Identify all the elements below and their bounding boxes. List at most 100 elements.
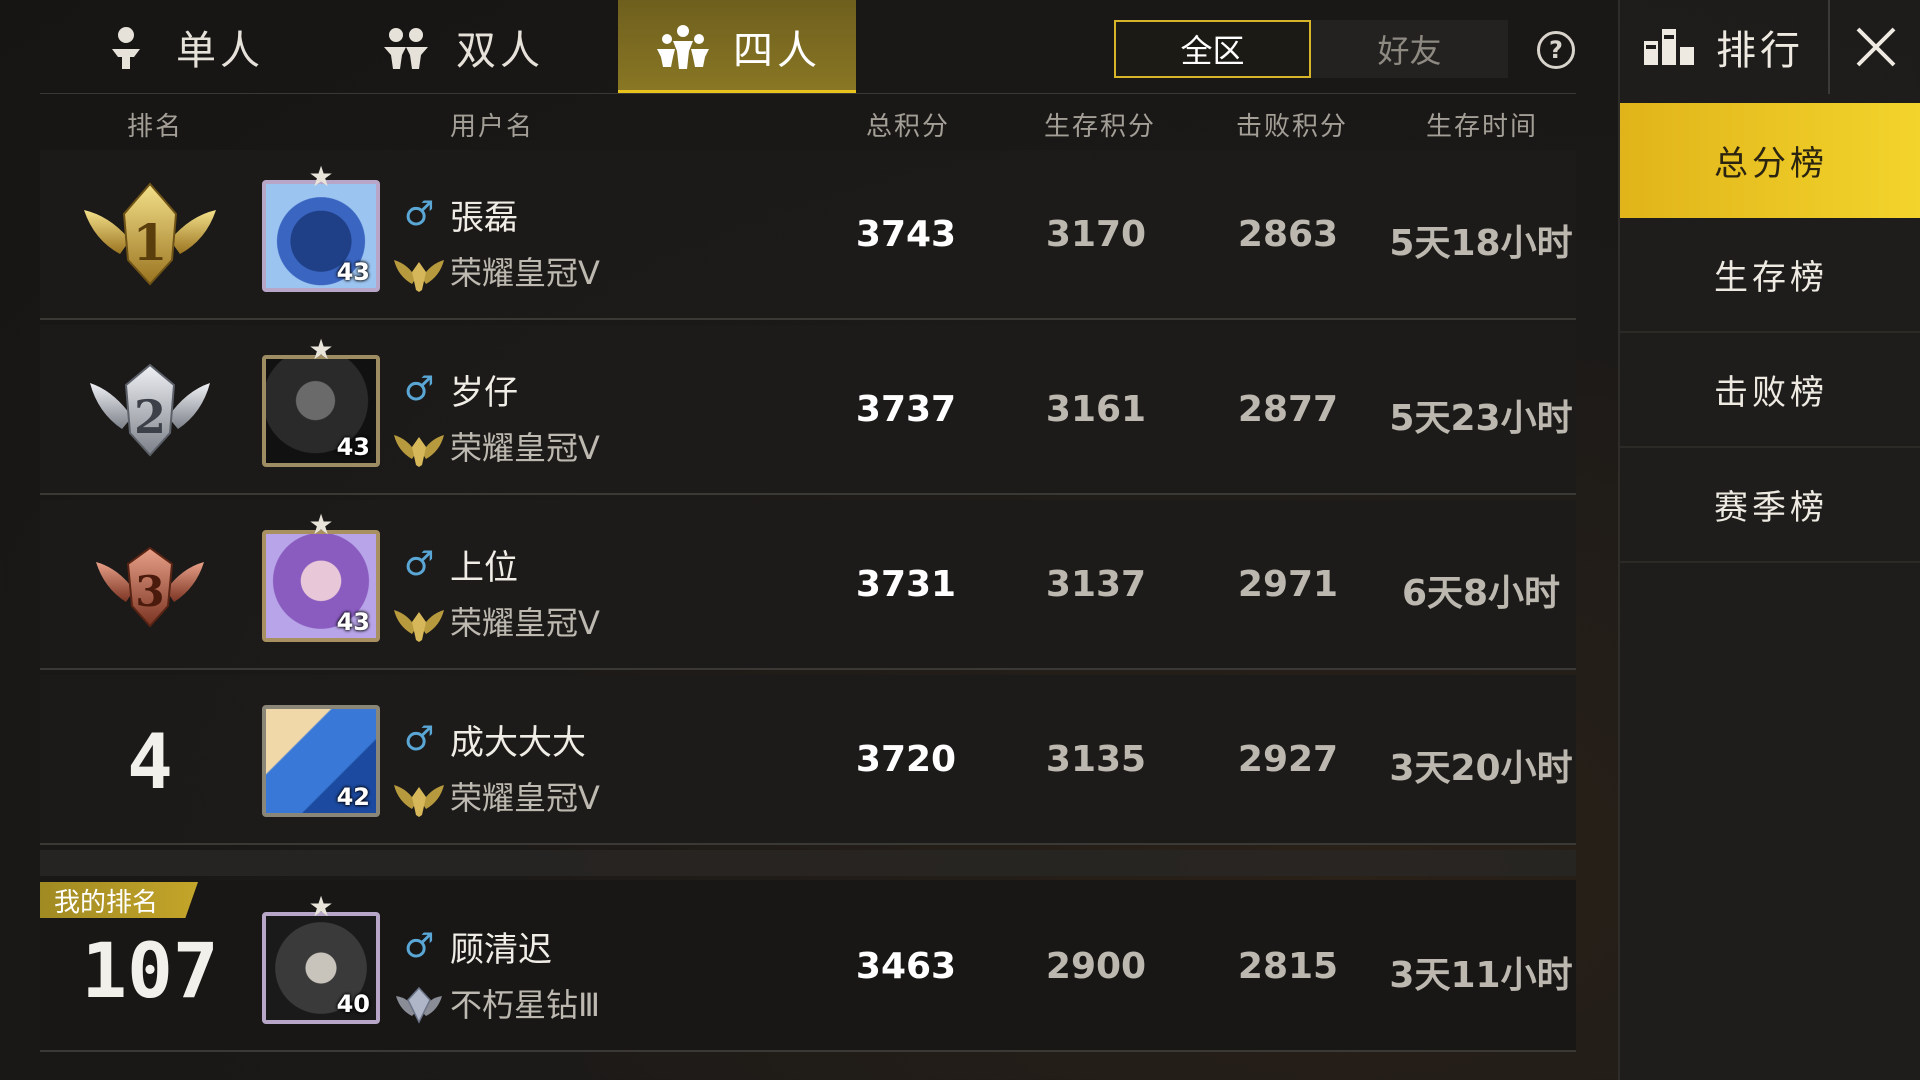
table-row[interactable]: 4 42 ♂ 成大大大 荣耀皇冠Ⅴ 3720 3135 2927 3天20小时 — [40, 675, 1576, 845]
svg-text:3: 3 — [135, 567, 164, 616]
player-tier: 荣耀皇冠Ⅴ — [450, 779, 600, 817]
sidebar-item-total[interactable]: 总分榜 — [1620, 103, 1920, 218]
tab-duo-label: 双人 — [456, 28, 544, 74]
survival-score: 3161 — [1045, 389, 1147, 430]
survival-time: 5天18小时 — [1389, 223, 1573, 264]
my-rank-row[interactable]: 我的排名 107 40 ★ ♂ 顾清迟 不朽星钻Ⅲ 3463 2900 2815… — [40, 880, 1576, 1052]
crown-tier-icon — [394, 435, 444, 467]
leaderboard-sidebar: 排行 总分榜 生存榜 击败榜 赛季榜 — [1618, 0, 1920, 1080]
male-gender-icon: ♂ — [404, 369, 435, 409]
col-header-username: 用户名 — [450, 112, 535, 142]
tab-duo[interactable]: 双人 — [340, 0, 580, 94]
total-score: 3743 — [855, 214, 957, 255]
male-gender-icon: ♂ — [404, 544, 435, 584]
player-name: 岁仔 — [450, 373, 518, 413]
avatar[interactable]: 43 — [262, 355, 380, 467]
star-icon: ★ — [308, 160, 334, 193]
col-header-time: 生存时间 — [1426, 112, 1539, 142]
player-level: 43 — [336, 433, 370, 461]
male-gender-icon: ♂ — [404, 194, 435, 234]
duo-persons-icon — [384, 28, 428, 69]
close-icon — [1856, 27, 1896, 67]
survival-score: 2900 — [1045, 946, 1147, 987]
total-score: 3737 — [855, 389, 957, 430]
avatar[interactable]: 43 — [262, 180, 380, 292]
survival-score: 3135 — [1045, 739, 1147, 780]
table-row[interactable]: 3 43 ★ ♂ 上位 荣耀皇冠Ⅴ 3731 3137 2971 6天8小时 — [40, 500, 1576, 670]
my-rank-badge: 我的排名 — [40, 882, 198, 918]
region-friends-button[interactable]: 好友 — [1311, 20, 1508, 78]
kill-score: 2927 — [1237, 739, 1339, 780]
kill-score: 2815 — [1237, 946, 1339, 987]
star-icon: ★ — [308, 508, 334, 541]
survival-score: 3170 — [1045, 214, 1147, 255]
avatar[interactable]: 42 — [262, 705, 380, 817]
solo-person-icon — [112, 27, 140, 69]
player-tier: 荣耀皇冠Ⅴ — [450, 254, 600, 292]
tab-solo[interactable]: 单人 — [60, 0, 300, 94]
player-name: 成大大大 — [450, 723, 586, 763]
leaderboard-icon — [1644, 29, 1694, 65]
sidebar-item-kills[interactable]: 击败榜 — [1620, 333, 1920, 448]
survival-time: 5天23小时 — [1389, 398, 1573, 439]
player-tier: 荣耀皇冠Ⅴ — [450, 429, 600, 467]
survival-time: 6天8小时 — [1401, 573, 1561, 614]
kill-score: 2971 — [1237, 564, 1339, 605]
leaderboard-header: 排行 — [1620, 0, 1828, 94]
col-header-kills: 击败积分 — [1236, 112, 1349, 142]
total-score: 3463 — [855, 946, 957, 987]
table-row[interactable]: 1 43 ★ ♂ 張磊 荣耀皇冠Ⅴ 3743 3170 2863 5天18小时 — [40, 150, 1576, 320]
topbar-divider — [40, 93, 1576, 94]
survival-time: 3天11小时 — [1389, 955, 1573, 996]
player-tier: 荣耀皇冠Ⅴ — [450, 604, 600, 642]
crown-tier-icon — [394, 610, 444, 642]
sidebar-item-season[interactable]: 赛季榜 — [1620, 448, 1920, 563]
total-score: 3720 — [855, 739, 957, 780]
avatar[interactable]: 43 — [262, 530, 380, 642]
col-header-rank: 排名 — [127, 112, 184, 142]
tab-squad-label: 四人 — [733, 28, 821, 74]
list-divider — [40, 850, 1576, 876]
help-icon[interactable]: ? — [1537, 31, 1575, 69]
sidebar-item-survival[interactable]: 生存榜 — [1620, 218, 1920, 333]
player-level: 42 — [336, 783, 370, 811]
player-tier: 不朽星钻Ⅲ — [450, 986, 601, 1024]
squad-persons-icon — [657, 25, 709, 69]
gold-rank-badge-icon: 1 — [84, 182, 216, 286]
tab-solo-label: 单人 — [176, 28, 264, 74]
player-level: 43 — [336, 258, 370, 286]
player-level: 40 — [336, 990, 370, 1018]
player-name: 張磊 — [450, 198, 518, 238]
avatar[interactable]: 40 — [262, 912, 380, 1024]
player-name: 顾清迟 — [450, 930, 552, 970]
diamond-tier-icon — [396, 986, 442, 1024]
star-icon: ★ — [308, 890, 334, 923]
region-toggle: 全区 好友 — [1114, 20, 1508, 78]
tab-squad[interactable]: 四人 — [618, 0, 856, 94]
mode-tab-bar: 单人 双人 四人 全区 好友 ? — [0, 0, 1618, 94]
region-all-button[interactable]: 全区 — [1114, 20, 1311, 78]
kill-score: 2877 — [1237, 389, 1339, 430]
silver-rank-badge-icon: 2 — [90, 363, 210, 457]
male-gender-icon: ♂ — [404, 926, 435, 966]
bronze-rank-badge-icon: 3 — [96, 546, 204, 628]
table-row[interactable]: 2 43 ★ ♂ 岁仔 荣耀皇冠Ⅴ 3737 3161 2877 5天23小时 — [40, 325, 1576, 495]
player-name: 上位 — [450, 548, 518, 588]
col-header-total: 总积分 — [866, 112, 951, 142]
svg-text:2: 2 — [134, 390, 166, 444]
total-score: 3731 — [855, 564, 957, 605]
rank-number: 4 — [127, 717, 173, 806]
svg-text:1: 1 — [133, 213, 168, 272]
star-icon: ★ — [308, 333, 334, 366]
male-gender-icon: ♂ — [404, 719, 435, 759]
player-level: 43 — [336, 608, 370, 636]
survival-time: 3天20小时 — [1389, 748, 1573, 789]
crown-tier-icon — [394, 260, 444, 292]
my-rank-number: 107 — [81, 926, 219, 1015]
survival-score: 3137 — [1045, 564, 1147, 605]
col-header-survival: 生存积分 — [1044, 112, 1157, 142]
sidebar-title: 排行 — [1716, 28, 1804, 74]
crown-tier-icon — [394, 785, 444, 817]
close-button[interactable] — [1828, 0, 1920, 94]
kill-score: 2863 — [1237, 214, 1339, 255]
